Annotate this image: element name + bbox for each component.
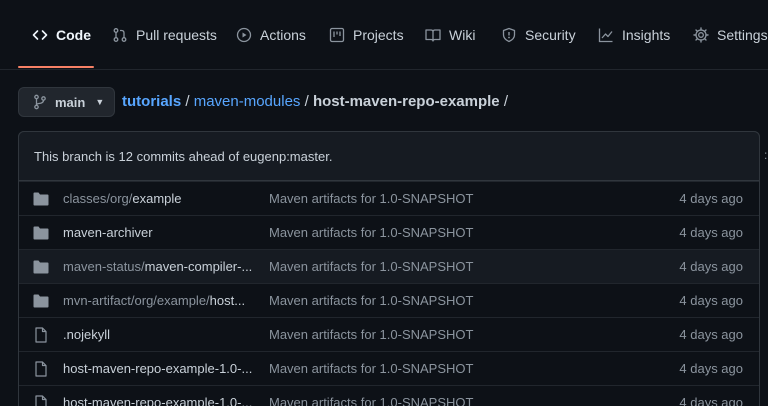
breadcrumb-separator: /	[304, 93, 309, 110]
commit-age: 4 days ago	[679, 293, 743, 308]
tab-label: Code	[56, 27, 91, 43]
breadcrumb-parent-link[interactable]: maven-modules	[194, 93, 301, 110]
file-row[interactable]: mvn-artifact/org/example/host... Maven ar…	[19, 283, 759, 317]
play-icon	[236, 27, 252, 43]
commit-message-link[interactable]: Maven artifacts for 1.0-SNAPSHOT	[269, 361, 473, 376]
tab-label: Security	[525, 27, 576, 43]
branch-name: main	[55, 94, 86, 110]
tab-label: Insights	[622, 27, 671, 43]
file-name-link[interactable]: maven-status/maven-compiler-...	[63, 259, 252, 274]
tab-label: Projects	[353, 27, 404, 43]
file-icon	[33, 327, 49, 343]
folder-icon	[33, 294, 49, 308]
branch-selector-button[interactable]: main ▼	[18, 87, 115, 117]
file-name-link[interactable]: classes/org/example	[63, 191, 182, 206]
commit-age: 4 days ago	[679, 395, 743, 406]
file-name-main: host...	[209, 293, 246, 308]
active-tab-indicator	[18, 66, 94, 68]
file-row[interactable]: .nojekyll Maven artifacts for 1.0-SNAPSHO…	[19, 317, 759, 351]
file-name-prefix: classes/org/	[63, 191, 133, 206]
shield-icon	[501, 27, 517, 43]
tab-projects[interactable]: Projects	[329, 26, 404, 44]
tab-pull-requests[interactable]: Pull requests	[112, 26, 217, 44]
breadcrumb: tutorials / maven-modules / host-maven-r…	[122, 93, 508, 110]
repo-nav: Code Pull requests Actions Projects Wiki…	[0, 0, 768, 70]
file-icon	[33, 361, 49, 377]
breadcrumb-current: host-maven-repo-example	[312, 93, 500, 110]
file-name-main: maven-archiver	[63, 225, 153, 240]
branch-status-text: This branch is 12 commits ahead of eugen…	[34, 148, 333, 164]
tab-security[interactable]: Security	[501, 26, 576, 44]
pull-request-icon	[112, 27, 128, 43]
overflow-indicator: :	[764, 148, 768, 162]
tab-actions[interactable]: Actions	[236, 26, 306, 44]
file-name-main: example	[132, 191, 182, 206]
branch-icon	[33, 94, 47, 110]
file-row[interactable]: maven-archiver Maven artifacts for 1.0-SN…	[19, 215, 759, 249]
tab-insights[interactable]: Insights	[598, 26, 670, 44]
tab-label: Actions	[260, 27, 306, 43]
folder-icon	[33, 260, 49, 274]
file-name-prefix: mvn-artifact/org/example/	[63, 293, 210, 308]
file-name-link[interactable]: host-maven-repo-example-1.0-...	[63, 395, 252, 406]
commit-message-link[interactable]: Maven artifacts for 1.0-SNAPSHOT	[269, 191, 473, 206]
file-name-link[interactable]: .nojekyll	[63, 327, 110, 342]
breadcrumb-separator: /	[503, 93, 508, 110]
file-name-link[interactable]: host-maven-repo-example-1.0-...	[63, 361, 252, 376]
tab-label: Settings	[717, 27, 768, 43]
commit-message-link[interactable]: Maven artifacts for 1.0-SNAPSHOT	[269, 225, 473, 240]
file-name-prefix: maven-status/	[63, 259, 145, 274]
commit-age: 4 days ago	[679, 361, 743, 376]
tab-settings[interactable]: Settings	[693, 26, 768, 44]
graph-icon	[598, 27, 614, 43]
code-icon	[32, 27, 48, 43]
folder-icon	[33, 226, 49, 240]
file-name-main: maven-compiler-...	[144, 259, 253, 274]
chevron-down-icon: ▼	[95, 97, 105, 107]
tab-code[interactable]: Code	[32, 26, 91, 44]
file-row[interactable]: maven-status/maven-compiler-... Maven art…	[19, 249, 759, 283]
commit-age: 4 days ago	[679, 259, 743, 274]
file-name-main: host-maven-repo-example-1.0-...	[63, 395, 253, 406]
folder-icon	[33, 192, 49, 206]
project-board-icon	[329, 27, 345, 43]
file-name-main: host-maven-repo-example-1.0-...	[63, 361, 253, 376]
branch-status-bar: This branch is 12 commits ahead of eugen…	[18, 131, 760, 181]
file-row[interactable]: classes/org/example Maven artifacts for 1…	[19, 181, 759, 215]
commit-message-link[interactable]: Maven artifacts for 1.0-SNAPSHOT	[269, 293, 473, 308]
commit-age: 4 days ago	[679, 327, 743, 342]
breadcrumb-root-link[interactable]: tutorials	[122, 93, 181, 110]
breadcrumb-separator: /	[185, 93, 190, 110]
commit-age: 4 days ago	[679, 191, 743, 206]
commit-message-link[interactable]: Maven artifacts for 1.0-SNAPSHOT	[269, 327, 473, 342]
file-row[interactable]: host-maven-repo-example-1.0-... Maven art…	[19, 385, 759, 406]
tab-label: Wiki	[449, 27, 476, 43]
gear-icon	[693, 27, 709, 43]
book-icon	[425, 27, 441, 43]
commit-message-link[interactable]: Maven artifacts for 1.0-SNAPSHOT	[269, 395, 473, 406]
file-row[interactable]: host-maven-repo-example-1.0-... Maven art…	[19, 351, 759, 385]
file-icon	[33, 395, 49, 406]
commit-age: 4 days ago	[679, 225, 743, 240]
file-name-main: .nojekyll	[63, 327, 110, 342]
commit-message-link[interactable]: Maven artifacts for 1.0-SNAPSHOT	[269, 259, 473, 274]
file-name-link[interactable]: mvn-artifact/org/example/host...	[63, 293, 245, 308]
file-list: classes/org/example Maven artifacts for 1…	[19, 181, 759, 406]
tab-wiki[interactable]: Wiki	[425, 26, 475, 44]
tab-label: Pull requests	[136, 27, 217, 43]
file-name-link[interactable]: maven-archiver	[63, 225, 153, 240]
